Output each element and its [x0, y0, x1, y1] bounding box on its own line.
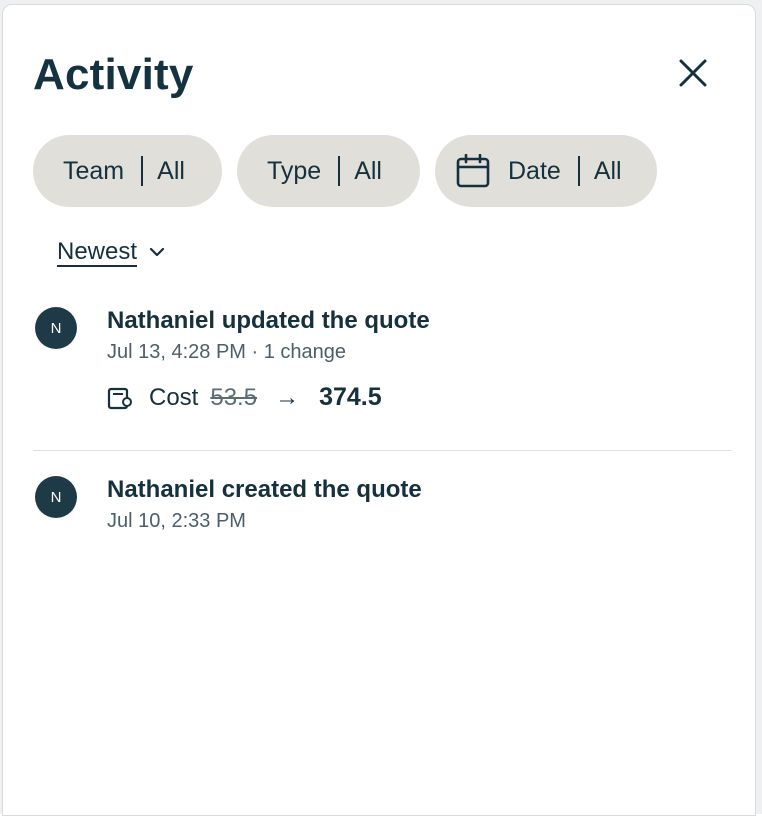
change-old-value: 53.5 [210, 383, 258, 411]
change-field-name: Cost [149, 383, 199, 411]
chip-divider [577, 156, 580, 186]
sort-dropdown[interactable]: Newest [57, 238, 165, 266]
calendar-icon [456, 154, 490, 188]
receipt-icon [107, 385, 133, 411]
change-new-value: 374.5 [319, 383, 382, 411]
filter-value: All [354, 156, 382, 185]
entry-meta: Jul 10, 2:33 PM [107, 510, 246, 532]
avatar: N [35, 307, 77, 349]
chip-divider [141, 156, 144, 186]
entry-meta: Jul 13, 4:28 PM · 1 change [107, 341, 347, 363]
filter-label: Team [63, 156, 125, 185]
field-change: Cost 53.5 → 374.5 [107, 383, 382, 412]
type-filter-chip[interactable]: Type All [237, 135, 420, 207]
entry-title: Nathaniel updated the quote [107, 307, 430, 334]
filter-bar: Team All Type All Date All [33, 135, 657, 207]
date-filter-chip[interactable]: Date All [435, 135, 657, 207]
close-icon [679, 59, 707, 87]
panel-title: Activity [33, 50, 194, 99]
entry-divider [33, 450, 731, 451]
entry-title: Nathaniel created the quote [107, 476, 422, 503]
filter-value: All [157, 156, 185, 185]
chevron-down-icon [149, 246, 165, 258]
chip-divider [338, 156, 341, 186]
filter-value: All [593, 156, 622, 185]
filter-label: Type [267, 156, 322, 185]
avatar: N [35, 476, 77, 518]
filter-label: Date [508, 156, 561, 185]
sort-label: Newest [57, 238, 138, 265]
team-filter-chip[interactable]: Team All [33, 135, 222, 207]
change-arrow: → [275, 383, 300, 411]
activity-panel: Activity Team All Type All Date All Newe… [2, 4, 756, 816]
close-button[interactable] [673, 53, 713, 93]
